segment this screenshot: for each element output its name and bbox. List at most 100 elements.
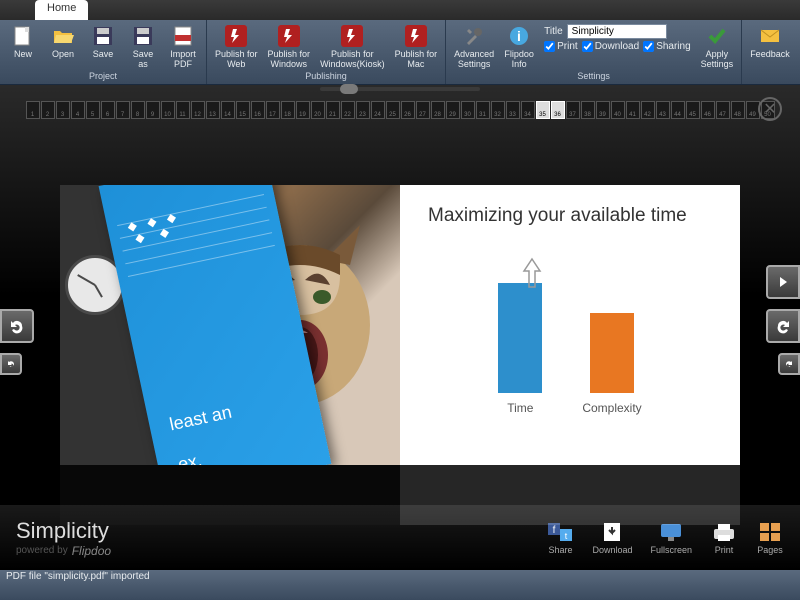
ribbon-group-information: Feedback Help Home i About Information — [742, 20, 800, 84]
new-button[interactable]: New — [4, 22, 42, 61]
page-thumb[interactable]: 3 — [56, 101, 70, 119]
page-thumb[interactable]: 13 — [206, 101, 220, 119]
zoom-slider[interactable] — [320, 87, 480, 91]
page-thumb[interactable]: 16 — [251, 101, 265, 119]
page-thumb[interactable]: 46 — [701, 101, 715, 119]
open-button[interactable]: Open — [44, 22, 82, 61]
apply-settings-button[interactable]: Apply Settings — [697, 22, 738, 71]
page-thumb[interactable]: 2 — [41, 101, 55, 119]
page-thumb[interactable]: 11 — [176, 101, 190, 119]
page-thumb[interactable]: 17 — [266, 101, 280, 119]
print-checkbox[interactable]: Print — [544, 41, 578, 52]
page-thumb[interactable]: 44 — [671, 101, 685, 119]
svg-text:i: i — [517, 28, 521, 44]
undo-small-button[interactable] — [0, 353, 22, 375]
publish-kiosk-button[interactable]: Publish for Windows(Kiosk) — [316, 22, 389, 71]
page-thumb[interactable]: 15 — [236, 101, 250, 119]
page-thumb[interactable]: 48 — [731, 101, 745, 119]
page-thumb[interactable]: 43 — [656, 101, 670, 119]
page-thumb[interactable]: 19 — [296, 101, 310, 119]
page-thumb[interactable]: 26 — [401, 101, 415, 119]
page-thumb[interactable]: 40 — [611, 101, 625, 119]
page-thumb[interactable]: 33 — [506, 101, 520, 119]
print-button[interactable]: Print — [710, 521, 738, 555]
help-button[interactable]: Help — [796, 22, 800, 61]
feedback-button[interactable]: Feedback — [746, 22, 794, 61]
check-icon — [705, 24, 729, 48]
title-input[interactable] — [567, 24, 667, 39]
page-thumb[interactable]: 34 — [521, 101, 535, 119]
import-pdf-button[interactable]: Import PDF — [164, 22, 202, 71]
page-thumb[interactable]: 27 — [416, 101, 430, 119]
group-title: Project — [4, 71, 202, 82]
preview-area: 1234567891011121314151617181920212223242… — [0, 85, 800, 505]
page-thumb[interactable]: 38 — [581, 101, 595, 119]
page-thumb[interactable]: 23 — [356, 101, 370, 119]
page-thumb[interactable]: 9 — [146, 101, 160, 119]
page-heading: Maximizing your available time — [428, 205, 712, 227]
page-thumb[interactable]: 14 — [221, 101, 235, 119]
page-thumb[interactable]: 45 — [686, 101, 700, 119]
page-thumb[interactable]: 5 — [86, 101, 100, 119]
sharing-checkbox[interactable]: Sharing — [643, 41, 690, 52]
left-page: ◆◆◆ ◆◆ least an ex. — [60, 185, 400, 465]
page-thumb[interactable]: 28 — [431, 101, 445, 119]
flipbook[interactable]: ◆◆◆ ◆◆ least an ex. Maximizing your avai… — [60, 185, 740, 465]
page-thumb[interactable]: 29 — [446, 101, 460, 119]
page-thumb[interactable]: 1 — [26, 101, 40, 119]
arrow-up-icon — [520, 257, 544, 291]
thumbnail-strip: 1234567891011121314151617181920212223242… — [26, 95, 775, 125]
page-thumb[interactable]: 41 — [626, 101, 640, 119]
redo-small-button[interactable] — [778, 353, 800, 375]
page-thumb[interactable]: 20 — [311, 101, 325, 119]
tab-home[interactable]: Home — [35, 0, 88, 20]
download-checkbox[interactable]: Download — [582, 41, 639, 52]
page-thumb[interactable]: 35 — [536, 101, 550, 119]
publish-web-button[interactable]: Publish for Web — [211, 22, 262, 71]
close-button[interactable]: ✕ — [758, 97, 782, 121]
settings-fields: Title Print Download Sharing — [540, 22, 695, 54]
reflection — [60, 465, 740, 525]
page-thumb[interactable]: 6 — [101, 101, 115, 119]
ribbon-group-publishing: Publish for Web Publish for Windows Publ… — [207, 20, 446, 84]
page-thumb[interactable]: 12 — [191, 101, 205, 119]
page-thumb[interactable]: 21 — [326, 101, 340, 119]
page-thumb[interactable]: 18 — [281, 101, 295, 119]
page-thumb[interactable]: 37 — [566, 101, 580, 119]
page-thumb[interactable]: 8 — [131, 101, 145, 119]
page-thumb[interactable]: 39 — [596, 101, 610, 119]
flash-icon — [340, 24, 364, 48]
download-button[interactable]: Download — [592, 521, 632, 555]
publish-mac-button[interactable]: Publish for Mac — [391, 22, 442, 71]
group-title: Information — [746, 71, 800, 82]
group-title: Settings — [450, 71, 737, 82]
page-thumb[interactable]: 7 — [116, 101, 130, 119]
next-page-button[interactable] — [766, 265, 800, 299]
page-thumb[interactable]: 4 — [71, 101, 85, 119]
pages-button[interactable]: Pages — [756, 521, 784, 555]
chart: Time Complexity — [428, 247, 712, 445]
fullscreen-button[interactable]: Fullscreen — [650, 521, 692, 555]
share-button[interactable]: ft Share — [546, 521, 574, 555]
page-thumb[interactable]: 32 — [491, 101, 505, 119]
page-thumb[interactable]: 22 — [341, 101, 355, 119]
folder-open-icon — [51, 24, 75, 48]
publish-windows-button[interactable]: Publish for Windows — [264, 22, 315, 71]
page-thumb[interactable]: 47 — [716, 101, 730, 119]
flipdoo-info-button[interactable]: i Flipdoo Info — [500, 22, 538, 71]
save-button[interactable]: Save — [84, 22, 122, 61]
page-thumb[interactable]: 10 — [161, 101, 175, 119]
redo-button[interactable] — [766, 309, 800, 343]
ribbon-group-settings: Advanced Settings i Flipdoo Info Title P… — [446, 20, 742, 84]
page-thumb[interactable]: 30 — [461, 101, 475, 119]
page-thumb[interactable]: 42 — [641, 101, 655, 119]
undo-button[interactable] — [0, 309, 34, 343]
page-thumb[interactable]: 36 — [551, 101, 565, 119]
page-thumb[interactable]: 25 — [386, 101, 400, 119]
page-thumb[interactable]: 31 — [476, 101, 490, 119]
page-thumb[interactable]: 24 — [371, 101, 385, 119]
status-bar: PDF file "simplicity.pdf" imported — [0, 570, 800, 600]
save-as-button[interactable]: Save as — [124, 22, 162, 71]
mail-icon — [758, 24, 782, 48]
advanced-settings-button[interactable]: Advanced Settings — [450, 22, 498, 71]
